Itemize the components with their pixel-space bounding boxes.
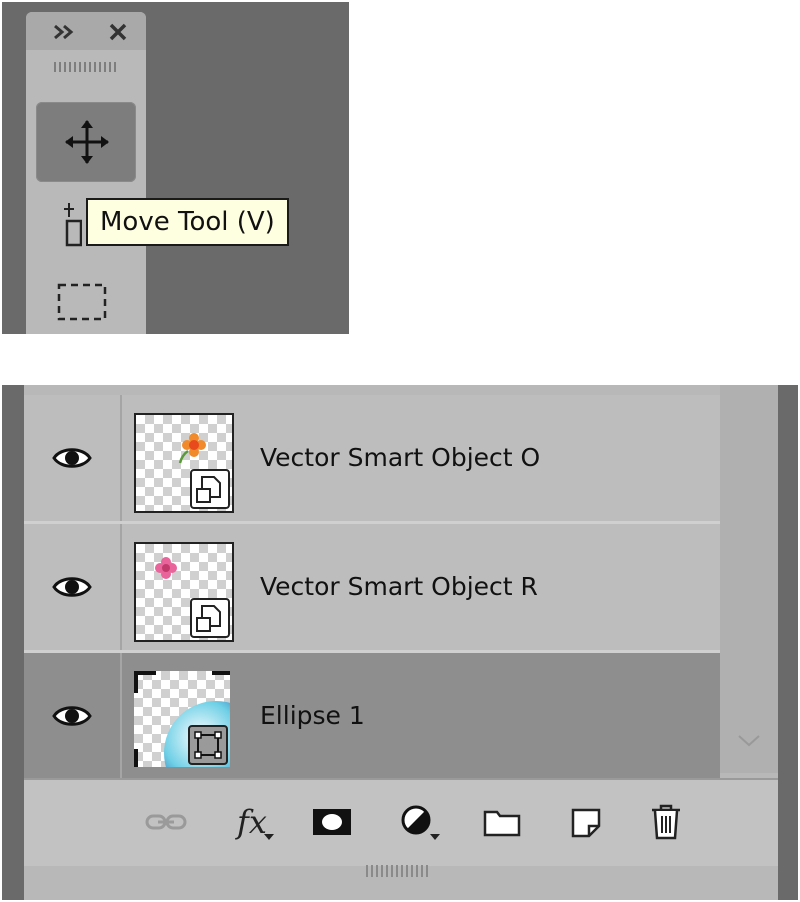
move-tool-button[interactable] xyxy=(36,102,136,182)
trash-icon xyxy=(652,804,680,840)
mask-icon xyxy=(313,809,351,835)
layers-scrollbar[interactable] xyxy=(720,385,778,773)
artboard-tool-button[interactable] xyxy=(62,199,83,247)
new-group-button[interactable] xyxy=(480,802,524,842)
tooltip: Move Tool (V) xyxy=(86,198,289,246)
delete-layer-button[interactable] xyxy=(644,802,688,842)
layer-thumbnail xyxy=(134,542,234,642)
rectangular-marquee-tool-button[interactable] xyxy=(56,282,108,322)
layer-row-selected[interactable]: Ellipse 1 xyxy=(24,653,720,779)
layer-name[interactable]: Ellipse 1 xyxy=(260,653,365,779)
layers-footer-toolbar: fx xyxy=(24,778,778,866)
visibility-toggle[interactable] xyxy=(24,524,122,650)
panel-grip[interactable] xyxy=(366,865,430,877)
move-icon xyxy=(64,119,110,169)
close-icon[interactable] xyxy=(108,22,128,46)
smart-object-badge xyxy=(190,598,230,638)
smart-object-badge xyxy=(190,469,230,509)
layer-thumbnail xyxy=(134,413,234,513)
smart-object-icon xyxy=(196,476,221,503)
chevron-down-icon[interactable] xyxy=(736,733,762,749)
link-icon xyxy=(145,814,187,830)
layers-screenshot: Vector Smart Object O Vector Smart Objec… xyxy=(2,385,798,900)
eye-icon xyxy=(52,706,92,726)
layer-name[interactable]: Vector Smart Object R xyxy=(260,524,538,650)
tools-panel-header xyxy=(26,12,146,50)
new-layer-button[interactable] xyxy=(564,802,608,842)
new-layer-icon xyxy=(571,808,601,838)
visibility-toggle[interactable] xyxy=(24,653,122,779)
link-layers-button[interactable] xyxy=(144,802,188,842)
layer-row[interactable]: Vector Smart Object R xyxy=(24,524,720,650)
add-mask-button[interactable] xyxy=(310,802,354,842)
layer-style-button[interactable]: fx xyxy=(230,802,274,842)
tooltip-text: Move Tool (V) xyxy=(100,207,275,237)
rectangular-marquee-icon xyxy=(57,283,107,321)
layer-name[interactable]: Vector Smart Object O xyxy=(260,395,540,521)
eye-icon xyxy=(52,448,92,468)
artboard-icon xyxy=(64,203,83,247)
panel-grip[interactable] xyxy=(54,62,118,72)
visibility-toggle[interactable] xyxy=(24,395,122,521)
toolbar-screenshot: Move Tool (V) xyxy=(2,2,349,334)
folder-icon xyxy=(483,810,521,837)
vector-shape-icon xyxy=(194,731,222,759)
layer-thumbnail xyxy=(134,671,230,767)
layer-row[interactable]: Vector Smart Object O xyxy=(24,395,720,521)
smart-object-icon xyxy=(196,605,221,632)
fx-icon: fx xyxy=(237,803,267,841)
eye-icon xyxy=(52,577,92,597)
layers-panel: Vector Smart Object O Vector Smart Objec… xyxy=(24,385,778,900)
new-adjustment-layer-button[interactable] xyxy=(396,802,440,842)
dropdown-arrow-icon xyxy=(264,834,274,840)
tools-panel xyxy=(26,12,146,334)
dropdown-arrow-icon xyxy=(430,834,440,840)
shape-layer-badge xyxy=(188,725,228,765)
collapse-icon[interactable] xyxy=(52,22,76,46)
